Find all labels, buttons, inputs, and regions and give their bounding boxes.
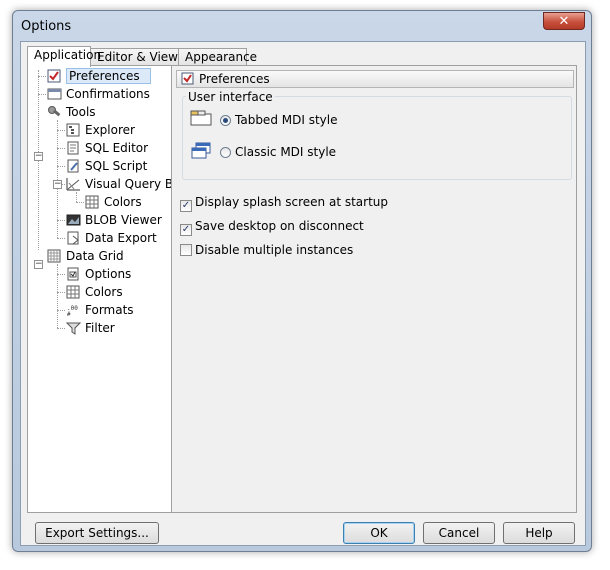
- classic-mdi-icon: [190, 142, 212, 163]
- save-desktop-checkbox[interactable]: ✓ Save desktop on disconnect: [180, 217, 364, 236]
- tree-item-blob-viewer[interactable]: BLOB Viewer: [66, 211, 162, 229]
- check-splash[interactable]: ✓: [180, 200, 192, 212]
- ok-button[interactable]: OK: [343, 522, 415, 544]
- tree-item-sql-script[interactable]: SQL Script: [66, 157, 147, 175]
- cancel-button[interactable]: Cancel: [423, 522, 495, 544]
- tabbed-mdi-radio[interactable]: Tabbed MDI style: [220, 111, 337, 129]
- user-interface-group: [182, 96, 572, 180]
- blob-viewer-icon: [66, 213, 81, 227]
- data-grid-icon: [47, 249, 62, 263]
- sql-script-icon: [66, 159, 81, 173]
- splash-screen-checkbox[interactable]: ✓ Display splash screen at startup: [180, 193, 388, 212]
- svg-text:#: #: [67, 311, 71, 317]
- tree-item-visual-query-builder[interactable]: Visual Query Build: [66, 175, 171, 193]
- check-save-desktop[interactable]: ✓: [180, 224, 192, 236]
- tree-item-grid-colors[interactable]: Colors: [66, 283, 123, 301]
- tree-item-preferences[interactable]: Preferences: [47, 67, 151, 85]
- dialog-client: Application Editor & Viewers Appearance: [20, 41, 586, 546]
- check-disable-instances[interactable]: [180, 244, 192, 256]
- tree-item-sql-editor[interactable]: SQL Editor: [66, 139, 148, 157]
- tree-item-tools[interactable]: Tools: [47, 103, 96, 121]
- tree-item-formats[interactable]: .00 # Formats: [66, 301, 134, 319]
- explorer-icon: [66, 123, 81, 137]
- close-button[interactable]: ✕: [543, 12, 585, 30]
- disable-instances-checkbox[interactable]: Disable multiple instances: [180, 241, 353, 259]
- options-window: Options ✕ Application Editor & Viewers A…: [12, 10, 592, 552]
- grid-colors-icon: [85, 195, 100, 209]
- tab-application[interactable]: Application: [27, 46, 101, 67]
- checkbox-icon: [47, 69, 62, 83]
- section-header: Preferences: [176, 70, 574, 88]
- options-tree[interactable]: − − − Preferences Confirmations Tools Ex…: [28, 66, 172, 512]
- radio-tabbed[interactable]: [220, 115, 231, 126]
- formats-icon: .00 #: [66, 303, 81, 318]
- tree-item-grid-options[interactable]: Options: [66, 265, 131, 283]
- tab-appearance[interactable]: Appearance: [178, 48, 257, 66]
- colors-icon: [66, 285, 81, 299]
- sql-editor-icon: [66, 141, 81, 155]
- tree-item-filter[interactable]: Filter: [65, 319, 115, 337]
- help-button[interactable]: Help: [503, 522, 575, 544]
- tools-icon: [47, 105, 62, 119]
- section-title: Preferences: [199, 72, 270, 86]
- tree-item-query-colors[interactable]: Colors: [85, 193, 142, 211]
- tree-item-confirmations[interactable]: Confirmations: [47, 85, 150, 103]
- query-builder-icon: [66, 177, 81, 191]
- tree-item-data-export[interactable]: Data Export: [66, 229, 157, 247]
- data-grid-expander[interactable]: −: [34, 260, 43, 269]
- window-title: Options: [21, 19, 72, 34]
- options-icon: [66, 267, 81, 281]
- tree-item-explorer[interactable]: Explorer: [66, 121, 135, 139]
- tree-item-data-grid[interactable]: Data Grid: [47, 247, 124, 265]
- message-icon: [47, 87, 62, 101]
- close-icon: ✕: [558, 14, 570, 29]
- group-title: User interface: [186, 90, 275, 104]
- tabbed-mdi-icon: [190, 110, 212, 129]
- data-export-icon: [66, 231, 81, 245]
- export-settings-button[interactable]: Export Settings...: [35, 522, 159, 544]
- filter-icon: [65, 321, 82, 335]
- preferences-content: Preferences User interface Tabbed MDI st…: [176, 70, 574, 510]
- classic-mdi-radio[interactable]: Classic MDI style: [220, 143, 336, 161]
- radio-classic[interactable]: [220, 147, 231, 158]
- title-bar[interactable]: Options ✕: [13, 11, 591, 41]
- checkbox-icon: [181, 72, 195, 90]
- visual-query-builder-expander[interactable]: −: [53, 180, 62, 189]
- tab-editor-viewers[interactable]: Editor & Viewers: [90, 48, 197, 66]
- tab-panel: − − − Preferences Confirmations Tools Ex…: [27, 65, 577, 513]
- tools-expander[interactable]: −: [34, 152, 43, 161]
